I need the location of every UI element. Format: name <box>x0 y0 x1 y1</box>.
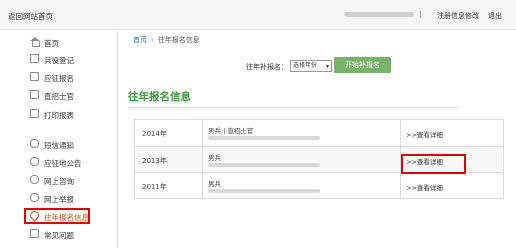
sidebar-item-online-report[interactable]: 网上举报 <box>0 191 118 205</box>
sidebar-item-label: 兵役登记 <box>44 56 74 65</box>
type-text: 男兵 <box>208 154 221 162</box>
highlight-box-sidebar <box>24 208 90 224</box>
sidebar: 首页 兵役登记 应征报名 直招士官 打印报表 短信通知 应征地公告 网上咨询 网… <box>0 31 118 248</box>
info-detail <box>208 189 320 193</box>
modify-info-link[interactable]: 注册信息修改 <box>437 11 479 21</box>
breadcrumb-current: 往年报名信息 <box>157 36 200 44</box>
sidebar-item-label: 应征地公告 <box>44 159 82 168</box>
view-detail-link[interactable]: >>查看详细 <box>406 129 443 139</box>
logout-link[interactable]: 退出 <box>488 11 502 21</box>
table-row: 2014年 男兵 | 直招士官 >>查看详细 <box>135 120 503 146</box>
view-detail-link[interactable]: >>查看详细 <box>406 182 443 192</box>
sidebar-item-label: 打印报表 <box>44 111 74 120</box>
type-text: 男兵 <box>208 180 221 188</box>
type-text: 男兵 | 直招士官 <box>208 127 254 135</box>
sidebar-item-faq[interactable]: 常见问题 <box>0 227 118 241</box>
breadcrumb: 首页 › 往年报名信息 <box>133 35 200 45</box>
start-supplement-button[interactable]: 开始补报名 <box>334 57 391 73</box>
info-cell: 男兵 <box>203 173 401 198</box>
home-link[interactable]: 返回网站首页 <box>8 11 53 22</box>
form-icon <box>30 72 39 81</box>
info-cell: 男兵 <box>203 147 401 172</box>
action-cell: >>查看详细 <box>401 120 505 146</box>
home-icon <box>30 37 40 47</box>
breadcrumb-arrow-icon: › <box>151 36 154 44</box>
year-text: 2011年 <box>142 183 167 191</box>
chat-icon <box>30 157 39 166</box>
info-detail <box>208 136 320 140</box>
chat-icon <box>30 139 39 148</box>
section-divider <box>128 107 458 108</box>
sidebar-item-online-consult[interactable]: 网上咨询 <box>0 173 118 187</box>
supplement-label: 往年补报名： <box>246 63 288 71</box>
action-cell: >>查看详细 <box>401 173 505 198</box>
form-icon <box>30 90 39 99</box>
sidebar-item-print-report[interactable]: 打印报表 <box>0 107 118 121</box>
chevron-down-icon: ▾ <box>325 63 329 70</box>
sidebar-item-military-register[interactable]: 兵役登记 <box>0 52 118 66</box>
year-select[interactable]: 选择年份 ▾ <box>290 60 332 72</box>
sidebar-item-enlist-apply[interactable]: 应征报名 <box>0 70 118 84</box>
sidebar-item-label: 直招士官 <box>44 92 74 101</box>
print-icon <box>30 109 39 118</box>
chat-icon <box>30 175 39 184</box>
highlight-box-action <box>401 154 466 174</box>
sidebar-item-label: 网上咨询 <box>44 177 74 186</box>
sidebar-item-label: 应征报名 <box>44 74 74 83</box>
sidebar-item-announcement[interactable]: 应征地公告 <box>0 155 118 169</box>
separator: | <box>419 10 422 18</box>
year-text: 2013年 <box>142 157 167 165</box>
help-icon <box>30 229 39 238</box>
sidebar-item-home[interactable]: 首页 <box>0 35 118 49</box>
section-title: 往年报名信息 <box>128 91 191 103</box>
sidebar-item-direct-nco[interactable]: 直招士官 <box>0 88 118 102</box>
sidebar-item-sms-notice[interactable]: 短信通知 <box>0 137 118 151</box>
sidebar-item-label: 首页 <box>44 39 59 48</box>
sidebar-item-label: 短信通知 <box>44 141 74 150</box>
year-select-value: 选择年份 <box>293 62 318 69</box>
sidebar-item-label: 网上举报 <box>44 195 74 204</box>
sidebar-item-label: 常见问题 <box>44 231 74 240</box>
breadcrumb-home-link[interactable]: 首页 <box>133 36 147 44</box>
chat-icon <box>30 193 39 202</box>
table-row: 2011年 男兵 >>查看详细 <box>135 172 503 198</box>
year-cell: 2013年 <box>135 147 203 172</box>
user-name <box>344 12 414 17</box>
info-cell: 男兵 | 直招士官 <box>203 120 401 146</box>
info-detail <box>208 163 320 167</box>
year-cell: 2014年 <box>135 120 203 146</box>
year-text: 2014年 <box>142 130 167 138</box>
register-icon <box>30 54 39 63</box>
top-bar: 返回网站首页 | 注册信息修改 退出 <box>0 0 516 30</box>
year-cell: 2011年 <box>135 173 203 198</box>
